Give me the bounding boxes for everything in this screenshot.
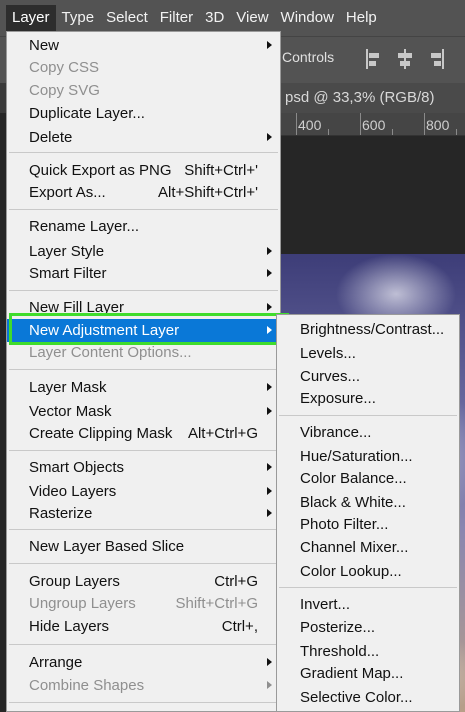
shortcut-label: Alt+Shift+Ctrl+' — [158, 184, 258, 201]
submenu-arrow-icon — [267, 41, 272, 49]
menu-item-layer-content-options[interactable]: Layer Content Options... — [7, 341, 280, 364]
menu-item-new[interactable]: New — [7, 34, 280, 57]
adj-item-curves[interactable]: Curves... — [277, 365, 459, 388]
menu-view[interactable]: View — [230, 5, 274, 31]
menu-item-export-as[interactable]: Export As... Alt+Shift+Ctrl+' — [7, 181, 280, 204]
menu-item-arrange[interactable]: Arrange — [7, 651, 280, 674]
menu-item-duplicate-layer[interactable]: Duplicate Layer... — [7, 102, 280, 125]
menu-separator — [9, 369, 278, 370]
menu-separator — [279, 587, 457, 588]
adj-item-exposure[interactable]: Exposure... — [277, 387, 459, 410]
shortcut-label: Ctrl+, — [221, 618, 258, 635]
submenu-arrow-icon — [267, 509, 272, 517]
menu-separator — [9, 644, 278, 645]
adj-item-levels[interactable]: Levels... — [277, 342, 459, 365]
menu-item-smart-objects[interactable]: Smart Objects — [7, 456, 280, 479]
submenu-arrow-icon — [267, 681, 272, 689]
menu-separator — [9, 290, 278, 291]
menu-item-video-layers[interactable]: Video Layers — [7, 480, 280, 503]
menu-item-rename-layer[interactable]: Rename Layer... — [7, 215, 280, 238]
adj-item-vibrance[interactable]: Vibrance... — [277, 421, 459, 444]
align-left-icon[interactable] — [364, 48, 384, 70]
shortcut-label: Alt+Ctrl+G — [187, 425, 258, 442]
menu-item-vector-mask[interactable]: Vector Mask — [7, 400, 280, 423]
submenu-arrow-icon — [267, 326, 272, 334]
menu-item-rasterize[interactable]: Rasterize — [7, 502, 280, 525]
menu-help[interactable]: Help — [340, 5, 383, 31]
document-tab[interactable]: psd @ 33,3% (RGB/8) — [276, 83, 465, 113]
menu-item-smart-filter[interactable]: Smart Filter — [7, 262, 280, 285]
ruler-label: 600 — [362, 117, 386, 133]
menu-separator — [279, 415, 457, 416]
menu-separator — [9, 702, 278, 703]
submenu-arrow-icon — [267, 463, 272, 471]
menu-item-new-fill-layer[interactable]: New Fill Layer — [7, 296, 280, 319]
menu-separator — [9, 209, 278, 210]
menu-item-combine-shapes[interactable]: Combine Shapes — [7, 674, 280, 697]
submenu-arrow-icon — [267, 658, 272, 666]
submenu-arrow-icon — [267, 487, 272, 495]
menu-window[interactable]: Window — [275, 5, 340, 31]
menu-item-copy-svg[interactable]: Copy SVG — [7, 79, 280, 102]
menu-item-layer-style[interactable]: Layer Style — [7, 240, 280, 263]
submenu-arrow-icon — [267, 407, 272, 415]
show-transform-controls-label[interactable]: Controls — [282, 49, 334, 65]
ruler-label: 800 — [426, 117, 450, 133]
align-center-icon[interactable] — [395, 48, 415, 70]
shortcut-label: Shift+Ctrl+G — [175, 595, 258, 612]
horizontal-ruler[interactable]: 400 600 800 — [276, 113, 465, 136]
adj-item-threshold[interactable]: Threshold... — [277, 640, 459, 663]
adj-item-brightness-contrast[interactable]: Brightness/Contrast... — [277, 318, 459, 341]
menu-filter[interactable]: Filter — [154, 5, 199, 31]
adj-item-selective-color[interactable]: Selective Color... — [277, 686, 459, 709]
adj-item-hue-saturation[interactable]: Hue/Saturation... — [277, 445, 459, 468]
adj-item-channel-mixer[interactable]: Channel Mixer... — [277, 536, 459, 559]
submenu-arrow-icon — [267, 303, 272, 311]
menu-item-ungroup-layers[interactable]: Ungroup Layers Shift+Ctrl+G — [7, 592, 280, 615]
adj-item-black-white[interactable]: Black & White... — [277, 491, 459, 514]
menu-separator — [9, 152, 278, 153]
menu-item-quick-export-png[interactable]: Quick Export as PNG Shift+Ctrl+' — [7, 159, 280, 182]
menu-item-create-clipping-mask[interactable]: Create Clipping Mask Alt+Ctrl+G — [7, 422, 280, 445]
shortcut-label: Shift+Ctrl+' — [184, 162, 258, 179]
adj-item-color-lookup[interactable]: Color Lookup... — [277, 560, 459, 583]
menu-item-delete[interactable]: Delete — [7, 126, 280, 149]
adjustment-layer-submenu: Brightness/Contrast... Levels... Curves.… — [276, 314, 460, 712]
menu-item-hide-layers[interactable]: Hide Layers Ctrl+, — [7, 615, 280, 638]
menu-item-new-layer-based-slice[interactable]: New Layer Based Slice — [7, 535, 280, 558]
adj-item-posterize[interactable]: Posterize... — [277, 616, 459, 639]
menu-3d[interactable]: 3D — [199, 5, 230, 31]
align-right-icon[interactable] — [426, 48, 446, 70]
submenu-arrow-icon — [267, 247, 272, 255]
adj-item-gradient-map[interactable]: Gradient Map... — [277, 662, 459, 685]
menu-separator — [9, 563, 278, 564]
menu-item-layer-mask[interactable]: Layer Mask — [7, 376, 280, 399]
menu-type[interactable]: Type — [56, 5, 101, 31]
shortcut-label: Ctrl+G — [214, 573, 258, 590]
menu-separator — [9, 450, 278, 451]
document-tab-title: psd @ 33,3% (RGB/8) — [285, 89, 435, 106]
menu-item-group-layers[interactable]: Group Layers Ctrl+G — [7, 570, 280, 593]
submenu-arrow-icon — [267, 133, 272, 141]
submenu-arrow-icon — [267, 383, 272, 391]
ruler-label: 400 — [298, 117, 322, 133]
menu-item-new-adjustment-layer[interactable]: New Adjustment Layer — [7, 319, 280, 342]
adj-item-color-balance[interactable]: Color Balance... — [277, 467, 459, 490]
menu-layer[interactable]: Layer — [6, 5, 56, 31]
layer-menu-dropdown: New Copy CSS Copy SVG Duplicate Layer...… — [6, 31, 281, 712]
menu-select[interactable]: Select — [100, 5, 154, 31]
adj-item-photo-filter[interactable]: Photo Filter... — [277, 513, 459, 536]
menu-item-copy-css[interactable]: Copy CSS — [7, 56, 280, 79]
submenu-arrow-icon — [267, 269, 272, 277]
menu-separator — [9, 529, 278, 530]
adj-item-invert[interactable]: Invert... — [277, 593, 459, 616]
